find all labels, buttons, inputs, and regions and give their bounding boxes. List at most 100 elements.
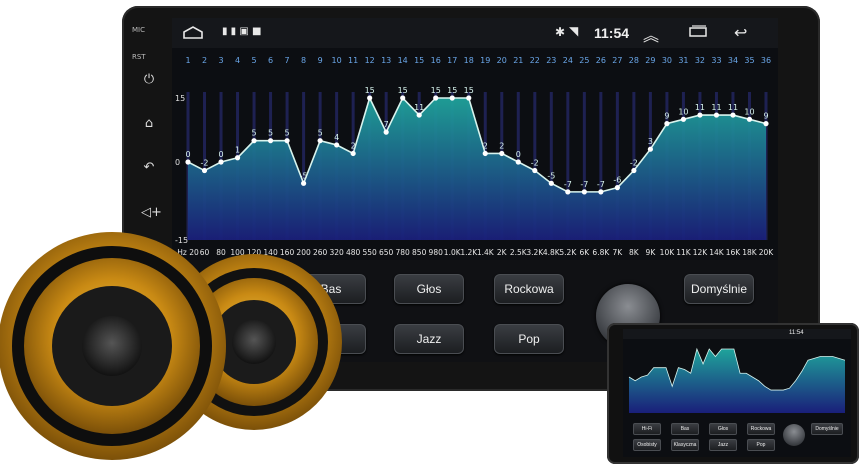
band-number-label: 7 [285, 56, 290, 65]
band-point[interactable] [185, 159, 191, 165]
chevron-up-icon[interactable]: ︽ [643, 22, 659, 46]
mini-preset-button: Hi-Fi [633, 423, 661, 435]
band-point[interactable] [466, 95, 472, 101]
band-value-label: -2 [531, 159, 539, 168]
eq-curve-fill [188, 98, 766, 240]
frequency-label: 480 [346, 248, 361, 257]
band-point[interactable] [631, 167, 637, 174]
frequency-label: 9K [646, 248, 657, 257]
band-point[interactable] [267, 138, 274, 144]
band-value-label: 11 [728, 103, 738, 112]
band-point[interactable] [664, 121, 670, 127]
band-point[interactable] [548, 180, 554, 186]
band-point[interactable] [746, 116, 753, 122]
band-point[interactable] [565, 189, 571, 195]
mini-preset-button: Rockowa [747, 423, 775, 435]
band-number-label: 24 [563, 56, 573, 65]
band-point[interactable] [499, 150, 505, 157]
band-value-label: -5 [300, 171, 308, 180]
band-value-label: -2 [630, 159, 638, 168]
equalizer-graph[interactable]: 1 2 3 4 5 6 7 8 9 10 11 12 13 14 15 16 17 18 19 20 21 22 23 24 2… [172, 48, 778, 260]
band-point[interactable] [301, 180, 307, 186]
band-point[interactable] [350, 150, 356, 157]
band-point[interactable] [284, 138, 290, 144]
band-value-label: 0 [516, 150, 521, 159]
home-icon[interactable]: ⌂ [141, 116, 157, 132]
mini-preset-button: Pop [747, 439, 775, 451]
band-number-label: 2 [202, 56, 207, 65]
mini-preset-button: Osobisty [633, 439, 661, 451]
band-number-label: 30 [662, 56, 672, 65]
band-number-label: 21 [513, 56, 523, 65]
band-point[interactable] [515, 159, 521, 165]
power-icon[interactable]: ⏻ [141, 72, 157, 88]
rst-label: RST [132, 53, 146, 61]
back-icon[interactable]: ↶ [141, 160, 157, 176]
band-value-label: 10 [678, 107, 688, 116]
band-value-label: 0 [185, 150, 190, 159]
band-value-label: 11 [414, 103, 424, 112]
band-number-label: 12 [365, 56, 375, 65]
band-point[interactable] [581, 189, 587, 195]
band-point[interactable] [334, 142, 340, 148]
mini-device-preview: 11:54 Hi-Fi Bas Głos Rockowa Domyślnie O… [607, 323, 859, 464]
frequency-label: 6K [579, 248, 590, 257]
preset-domyslnie-button[interactable]: Domyślnie [684, 274, 754, 304]
band-point[interactable] [449, 95, 455, 101]
frequency-label: 4.8K [543, 248, 561, 257]
band-point[interactable] [697, 112, 703, 118]
y-axis-label: 15 [175, 94, 185, 103]
back-nav-icon[interactable]: ↩ [734, 23, 747, 42]
band-point[interactable] [680, 116, 687, 122]
home-nav-icon[interactable] [182, 24, 204, 44]
band-number-label: 31 [678, 56, 688, 65]
band-point[interactable] [730, 112, 736, 118]
band-point[interactable] [234, 155, 241, 161]
band-point[interactable] [383, 129, 389, 135]
mini-preset-button: Bas [671, 423, 699, 435]
preset-glos-button[interactable]: Głos [394, 274, 464, 304]
band-point[interactable] [400, 95, 406, 101]
preset-pop-button[interactable]: Pop [494, 324, 564, 354]
frequency-label: 20K [759, 248, 775, 257]
band-point[interactable] [647, 146, 653, 152]
frequency-label: 6.8K [592, 248, 610, 257]
band-number-label: 32 [695, 56, 705, 65]
band-point[interactable] [713, 112, 720, 118]
recent-apps-icon[interactable] [687, 24, 709, 44]
band-value-label: 5 [268, 129, 273, 138]
band-point[interactable] [433, 95, 439, 101]
band-number-label: 13 [381, 56, 391, 65]
frequency-label: 2K [497, 248, 508, 257]
frequency-label: 1.2K [460, 248, 478, 257]
preset-jazz-button[interactable]: Jazz [394, 324, 464, 354]
band-point[interactable] [532, 167, 538, 174]
wifi-icon: ◥ [569, 24, 579, 38]
preset-rockowa-button[interactable]: Rockowa [494, 274, 564, 304]
band-value-label: -5 [547, 171, 555, 180]
band-number-label: 5 [252, 56, 257, 65]
band-point[interactable] [598, 189, 604, 195]
band-value-label: -7 [597, 180, 605, 189]
band-point[interactable] [317, 138, 323, 144]
frequency-label: 3.2K [526, 248, 544, 257]
band-number-label: 11 [348, 56, 358, 65]
band-value-label: 5 [285, 129, 290, 138]
band-value-label: 4 [334, 133, 339, 142]
band-point[interactable] [367, 95, 373, 101]
band-number-label: 9 [318, 56, 323, 65]
band-point[interactable] [201, 167, 208, 174]
mic-label: MIC [132, 26, 145, 34]
volume-up-icon[interactable]: ◁+ [141, 205, 162, 221]
band-point[interactable] [763, 121, 769, 127]
band-point[interactable] [218, 159, 224, 165]
frequency-label: 7K [613, 248, 624, 257]
band-number-label: 4 [235, 56, 240, 65]
band-number-label: 35 [744, 56, 754, 65]
band-point[interactable] [482, 150, 488, 157]
band-point[interactable] [416, 112, 422, 118]
clock: 11:54 [594, 25, 630, 41]
band-number-label: 25 [579, 56, 589, 65]
band-point[interactable] [251, 138, 257, 144]
band-point[interactable] [614, 185, 620, 191]
